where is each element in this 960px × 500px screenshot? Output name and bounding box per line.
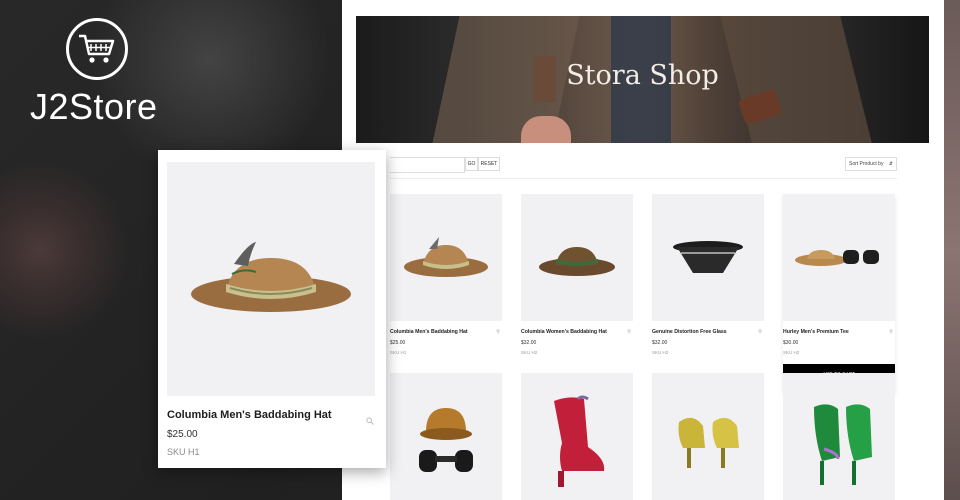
search-icon[interactable]: ⚲ xyxy=(889,329,893,335)
product-image[interactable] xyxy=(783,373,895,500)
product-card[interactable]: Genuine Distortion Free Glass ⚲ $32.00 SK… xyxy=(652,194,764,355)
shop-screen: Stora Shop GO RESET Sort Product by ⇵ Co… xyxy=(342,0,944,500)
product-sku: SKU H2 xyxy=(652,350,669,355)
product-name: Hurley Men's Premium Tee xyxy=(783,329,849,335)
product-card[interactable]: Columbia Men's Baddabing Hat ⚲ $25.00 SKU… xyxy=(390,194,502,355)
product-price: $25.00 xyxy=(390,340,406,346)
featured-product-card[interactable]: Columbia Men's Baddabing Hat $25.00 SKU … xyxy=(158,150,386,468)
product-card[interactable] xyxy=(652,373,764,500)
product-sku: SKU H2 xyxy=(521,350,538,355)
product-price: $32.00 xyxy=(652,340,668,346)
product-name: Columbia Men's Baddabing Hat xyxy=(390,329,468,335)
shop-title: Stora Shop xyxy=(566,60,719,91)
product-image[interactable] xyxy=(521,194,633,321)
featured-product-sku: SKU H1 xyxy=(167,447,200,457)
search-input[interactable] xyxy=(390,157,465,173)
sort-label: Sort Product by xyxy=(849,161,884,167)
quick-view-search-icon[interactable] xyxy=(366,412,374,430)
brand-name: J2Store xyxy=(30,86,158,127)
product-price: $30.00 xyxy=(783,340,799,346)
product-price: $32.00 xyxy=(521,340,537,346)
product-card[interactable]: Columbia Women's Baddabing Hat ⚲ $32.00 S… xyxy=(521,194,633,355)
shopping-cart-icon xyxy=(66,18,128,80)
product-image[interactable] xyxy=(390,373,502,500)
go-button[interactable]: GO xyxy=(465,157,478,171)
featured-product-image[interactable] xyxy=(167,162,375,396)
product-card[interactable] xyxy=(390,373,502,500)
product-image[interactable] xyxy=(652,373,764,500)
featured-product-price: $25.00 xyxy=(167,429,198,440)
product-card[interactable] xyxy=(783,373,895,500)
search-icon[interactable]: ⚲ xyxy=(496,329,500,335)
product-image[interactable] xyxy=(390,194,502,321)
background-strip xyxy=(944,0,960,500)
product-name: Genuine Distortion Free Glass xyxy=(652,329,727,335)
product-name: Columbia Women's Baddabing Hat xyxy=(521,329,607,335)
product-card-hovered[interactable]: Hurley Men's Premium Tee ⚲ $30.00 SKU H2 … xyxy=(783,194,895,393)
divider xyxy=(390,178,897,179)
product-card[interactable] xyxy=(521,373,633,500)
brand: J2Store xyxy=(30,18,170,128)
product-sku: SKU H1 xyxy=(390,350,407,355)
reset-button[interactable]: RESET xyxy=(478,157,500,171)
product-image[interactable] xyxy=(652,194,764,321)
product-image[interactable] xyxy=(521,373,633,500)
search-icon[interactable]: ⚲ xyxy=(627,329,631,335)
hero-banner: Stora Shop xyxy=(356,16,929,143)
select-arrows-icon: ⇵ xyxy=(888,161,893,167)
product-sku: SKU H2 xyxy=(783,350,800,355)
search-icon[interactable]: ⚲ xyxy=(758,329,762,335)
product-image[interactable] xyxy=(783,194,895,321)
featured-product-name[interactable]: Columbia Men's Baddabing Hat xyxy=(167,409,332,421)
sort-select[interactable]: Sort Product by ⇵ xyxy=(845,157,897,171)
